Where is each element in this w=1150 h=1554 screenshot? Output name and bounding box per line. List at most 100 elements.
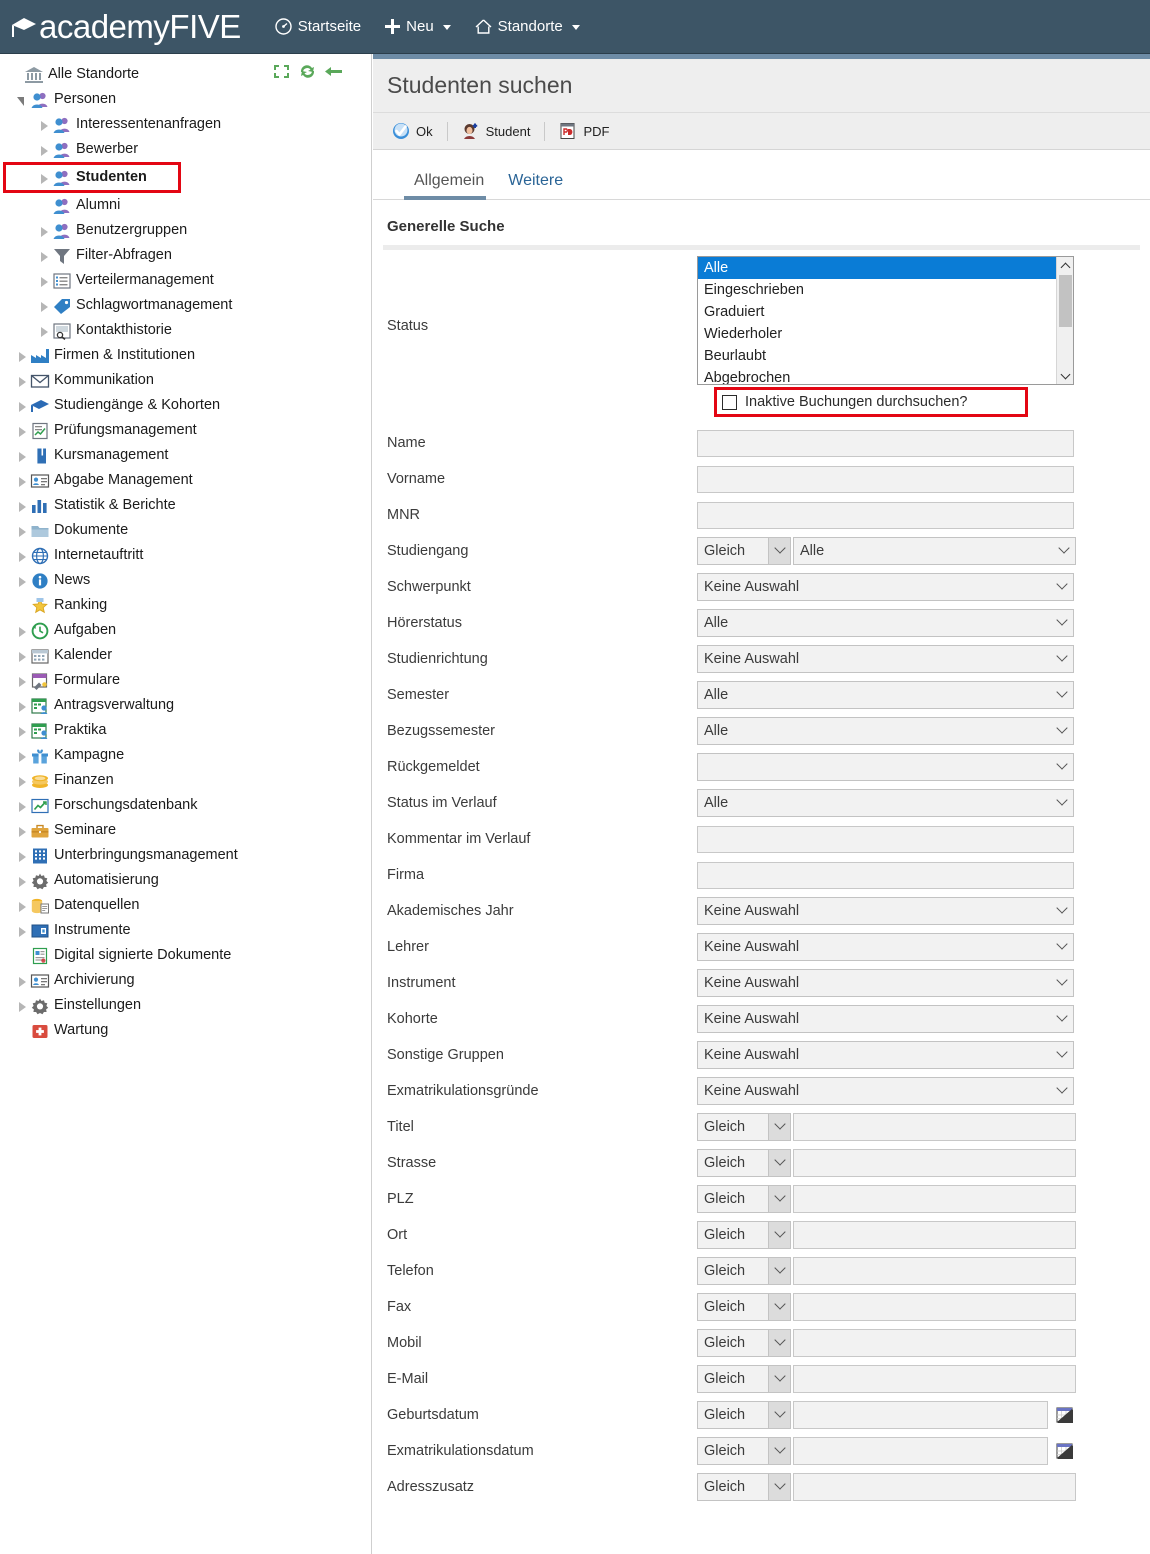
tree-arrow-collapsed-icon[interactable]: [14, 548, 30, 564]
tree-node-kontakthistorie[interactable]: Kontakthistorie: [6, 318, 371, 343]
tree-arrow-collapsed-icon[interactable]: [36, 298, 52, 314]
operator-select-titel[interactable]: Gleich: [697, 1113, 791, 1141]
tree-arrow-collapsed-icon[interactable]: [14, 398, 30, 414]
tree-arrow-collapsed-icon[interactable]: [14, 873, 30, 889]
status-option[interactable]: Abgebrochen: [698, 367, 1056, 384]
tree-node-kampagne[interactable]: Kampagne: [6, 743, 371, 768]
tree-arrow-collapsed-icon[interactable]: [14, 923, 30, 939]
tree-arrow-collapsed-icon[interactable]: [14, 848, 30, 864]
tree-node-news[interactable]: News: [6, 568, 371, 593]
nav-item-standorte[interactable]: Standorte: [465, 12, 590, 41]
tree-node-personen[interactable]: Personen: [6, 87, 371, 112]
tree-node-filter-abfragen[interactable]: Filter-Abfragen: [6, 243, 371, 268]
tree-arrow-collapsed-icon[interactable]: [36, 248, 52, 264]
select-kohorte[interactable]: Keine Auswahl: [697, 1005, 1074, 1033]
tree-node-verteilermanagement[interactable]: Verteilermanagement: [6, 268, 371, 293]
status-option[interactable]: Alle: [698, 257, 1056, 279]
status-option[interactable]: Wiederholer: [698, 323, 1056, 345]
pdf-button[interactable]: PDF: [550, 119, 618, 143]
listbox-scrollbar[interactable]: [1056, 257, 1073, 384]
input-strasse[interactable]: [793, 1149, 1076, 1177]
select-studienrichtung[interactable]: Keine Auswahl: [697, 645, 1074, 673]
tree-arrow-collapsed-icon[interactable]: [36, 117, 52, 133]
tree-node-kommunikation[interactable]: Kommunikation: [6, 368, 371, 393]
brand-logo[interactable]: academyFIVE: [8, 0, 241, 54]
input-mnr[interactable]: [697, 501, 1074, 529]
tree-arrow-collapsed-icon[interactable]: [36, 170, 52, 186]
tree-arrow-collapsed-icon[interactable]: [36, 142, 52, 158]
tree-node-prüfungsmanagement[interactable]: Prüfungsmanagement: [6, 418, 371, 443]
tree-arrow-collapsed-icon[interactable]: [14, 623, 30, 639]
tree-node-statistik-berichte[interactable]: Statistik & Berichte: [6, 493, 371, 518]
tab-allgemein[interactable]: Allgemein: [402, 172, 496, 200]
tree-node-praktika[interactable]: Praktika: [6, 718, 371, 743]
nav-item-neu[interactable]: Neu: [375, 12, 461, 41]
tree-arrow-collapsed-icon[interactable]: [14, 748, 30, 764]
input-titel[interactable]: [793, 1113, 1076, 1141]
input-name[interactable]: [697, 429, 1074, 457]
tree-arrow-collapsed-icon[interactable]: [14, 973, 30, 989]
tree-arrow-expanded-icon[interactable]: [14, 92, 30, 108]
input-ort[interactable]: [793, 1221, 1076, 1249]
input-adresszusatz[interactable]: [793, 1473, 1076, 1501]
calendar-picker-icon[interactable]: [1056, 1406, 1074, 1424]
tree-arrow-collapsed-icon[interactable]: [14, 373, 30, 389]
nav-item-startseite[interactable]: Startseite: [265, 12, 371, 41]
tree-arrow-collapsed-icon[interactable]: [36, 223, 52, 239]
inaktive-buchungen-checkbox[interactable]: [722, 394, 737, 410]
tree-arrow-collapsed-icon[interactable]: [14, 798, 30, 814]
tree-node-bewerber[interactable]: Bewerber: [6, 137, 371, 162]
select-exmatrikulationsgründe[interactable]: Keine Auswahl: [697, 1077, 1074, 1105]
operator-select-mobil[interactable]: Gleich: [697, 1329, 791, 1357]
operator-select-telefon[interactable]: Gleich: [697, 1257, 791, 1285]
select-schwerpunkt[interactable]: Keine Auswahl: [697, 573, 1074, 601]
select-rückgemeldet[interactable]: [697, 753, 1074, 781]
status-listbox[interactable]: Alle Eingeschrieben Graduiert Wiederholer Be…: [697, 256, 1074, 385]
input-geburtsdatum[interactable]: [793, 1401, 1048, 1429]
calendar-picker-icon[interactable]: [1056, 1442, 1074, 1460]
operator-select-fax[interactable]: Gleich: [697, 1293, 791, 1321]
tree-arrow-collapsed-icon[interactable]: [14, 823, 30, 839]
tree-node-abgabe-management[interactable]: Abgabe Management: [6, 468, 371, 493]
inaktive-buchungen-checkbox-group[interactable]: Inaktive Buchungen durchsuchen?: [714, 387, 1028, 417]
tree-node-studenten[interactable]: Studenten: [3, 162, 181, 193]
operator-select-plz[interactable]: Gleich: [697, 1185, 791, 1213]
select-hörerstatus[interactable]: Alle: [697, 609, 1074, 637]
tree-arrow-collapsed-icon[interactable]: [14, 523, 30, 539]
input-e-mail[interactable]: [793, 1365, 1076, 1393]
operator-select-ort[interactable]: Gleich: [697, 1221, 791, 1249]
select-instrument[interactable]: Keine Auswahl: [697, 969, 1074, 997]
tree-node-aufgaben[interactable]: Aufgaben: [6, 618, 371, 643]
tree-node-dokumente[interactable]: Dokumente: [6, 518, 371, 543]
select-lehrer[interactable]: Keine Auswahl: [697, 933, 1074, 961]
ok-button[interactable]: Ok: [383, 119, 442, 143]
tree-arrow-collapsed-icon[interactable]: [14, 448, 30, 464]
tree-node-digital-signierte-dokumente[interactable]: Digital signierte Dokumente: [6, 943, 371, 968]
operator-select-e-mail[interactable]: Gleich: [697, 1365, 791, 1393]
input-plz[interactable]: [793, 1185, 1076, 1213]
scroll-down-icon[interactable]: [1057, 368, 1073, 384]
tree-node-alle-standorte[interactable]: Alle Standorte: [6, 62, 371, 87]
tree-node-benutzergruppen[interactable]: Benutzergruppen: [6, 218, 371, 243]
tree-arrow-collapsed-icon[interactable]: [14, 998, 30, 1014]
select-status-im-verlauf[interactable]: Alle: [697, 789, 1074, 817]
scrollbar-thumb[interactable]: [1059, 275, 1072, 327]
tree-node-wartung[interactable]: Wartung: [6, 1018, 371, 1043]
select-sonstige-gruppen[interactable]: Keine Auswahl: [697, 1041, 1074, 1069]
tree-node-internetauftritt[interactable]: Internetauftritt: [6, 543, 371, 568]
tree-arrow-collapsed-icon[interactable]: [36, 323, 52, 339]
input-exmatrikulationsdatum[interactable]: [793, 1437, 1048, 1465]
tree-node-kalender[interactable]: Kalender: [6, 643, 371, 668]
tree-node-automatisierung[interactable]: Automatisierung: [6, 868, 371, 893]
tree-node-forschungsdatenbank[interactable]: Forschungsdatenbank: [6, 793, 371, 818]
input-kommentar-im-verlauf[interactable]: [697, 825, 1074, 853]
operator-select-exmatrikulationsdatum[interactable]: Gleich: [697, 1437, 791, 1465]
input-telefon[interactable]: [793, 1257, 1076, 1285]
select-akademisches-jahr[interactable]: Keine Auswahl: [697, 897, 1074, 925]
tree-node-ranking[interactable]: Ranking: [6, 593, 371, 618]
tree-node-finanzen[interactable]: Finanzen: [6, 768, 371, 793]
select-studiengang[interactable]: Alle: [793, 537, 1076, 565]
tree-node-studiengänge-kohorten[interactable]: Studiengänge & Kohorten: [6, 393, 371, 418]
add-student-button[interactable]: Student: [453, 119, 540, 143]
operator-select-strasse[interactable]: Gleich: [697, 1149, 791, 1177]
